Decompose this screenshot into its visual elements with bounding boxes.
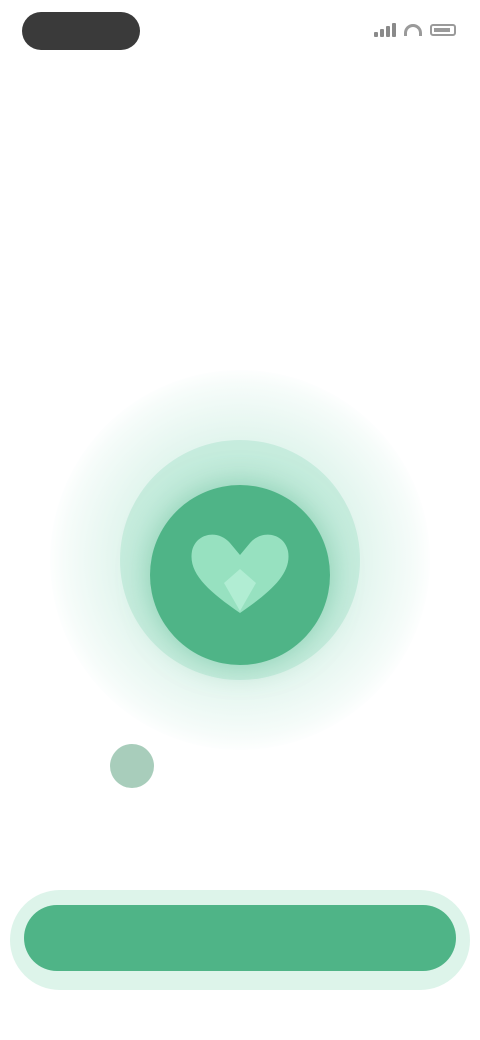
app-screen [0,0,480,1040]
wifi-icon [404,24,422,36]
status-indicators [366,18,456,42]
status-bar [0,0,480,64]
primary-cta-button[interactable] [24,905,456,971]
hint-avatar [110,744,154,788]
hint-row [110,740,380,792]
status-note [158,50,274,64]
battery-icon [430,24,456,36]
signal-icon [374,23,396,37]
dynamic-island [22,12,140,50]
shield-heart-icon [191,534,289,613]
